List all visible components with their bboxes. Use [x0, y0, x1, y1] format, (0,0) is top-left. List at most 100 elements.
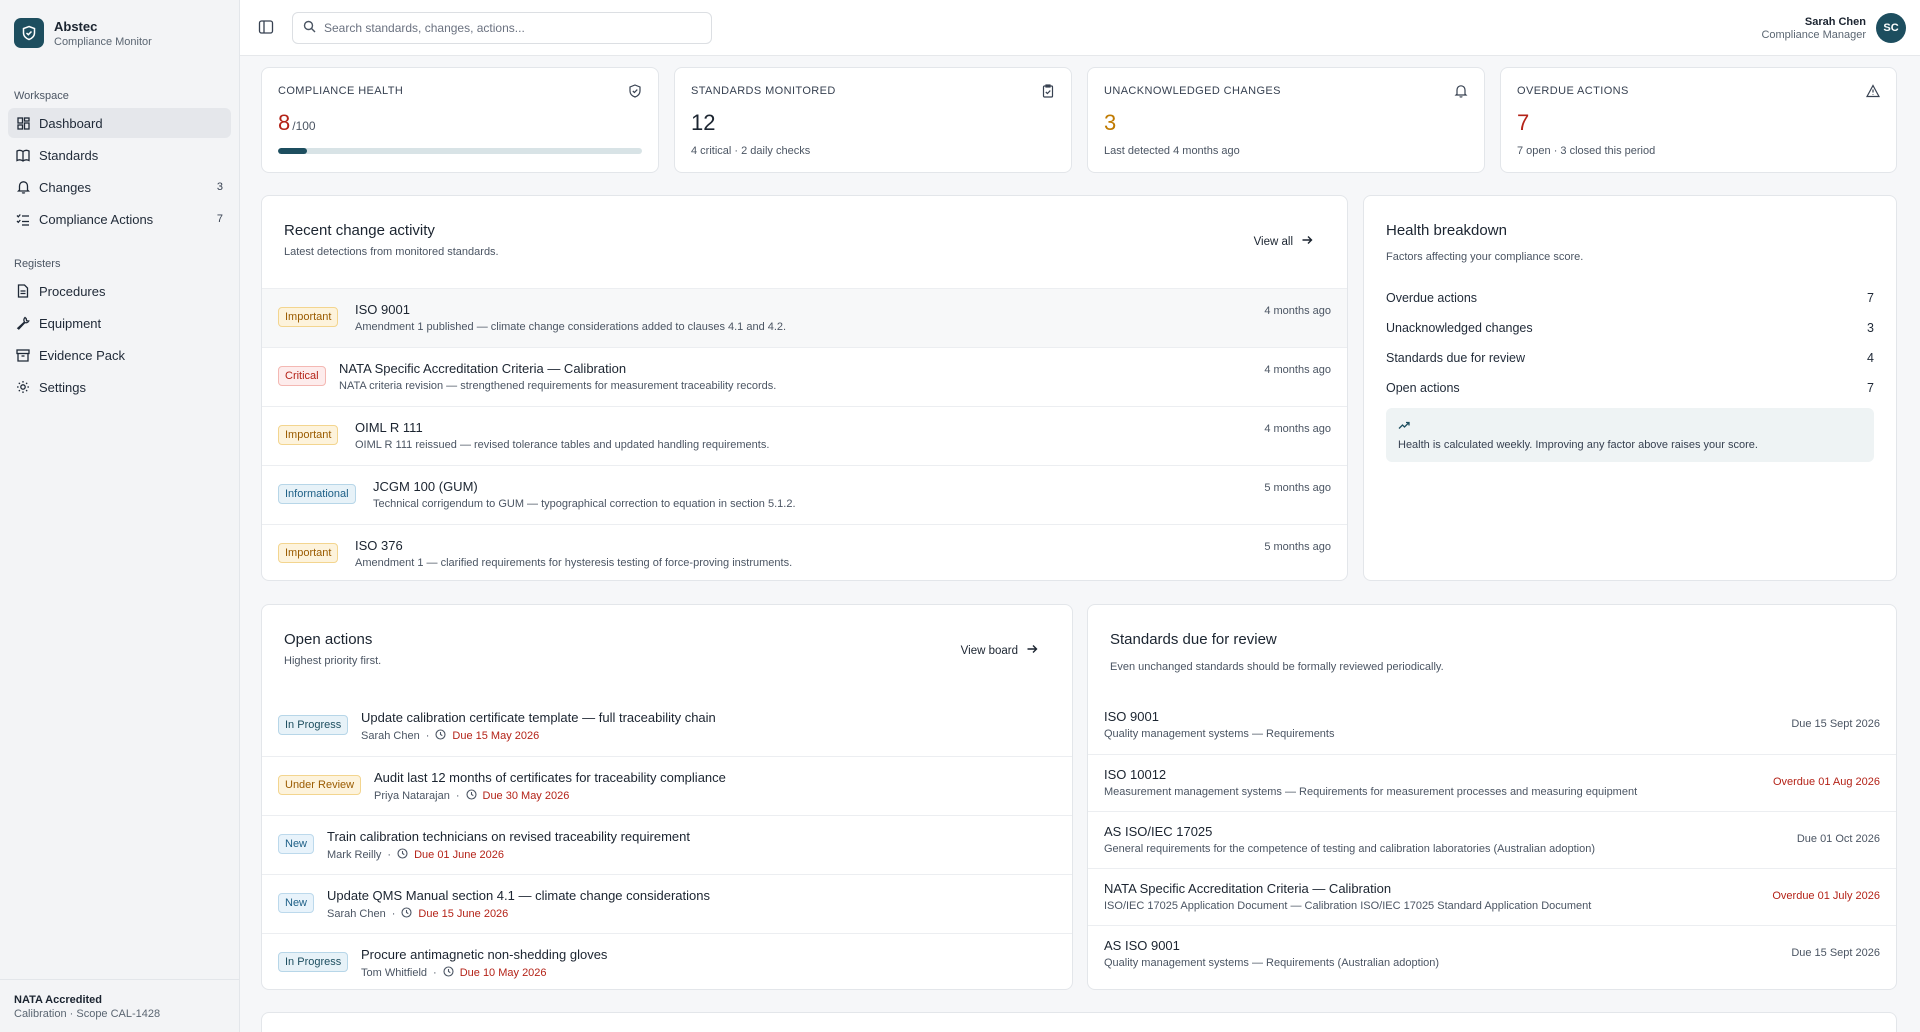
standards-count: 12 — [691, 110, 716, 135]
overdue-sub: 7 open · 3 closed this period — [1517, 145, 1656, 157]
action-owner: Priya Natarajan — [374, 790, 450, 802]
standards-monitored-card: STANDARDS MONITORED 12 4 critical · 2 da… — [674, 67, 1072, 173]
change-description: Amendment 1 published — climate change c… — [355, 321, 787, 333]
brand[interactable]: Abstec Compliance Monitor — [0, 0, 239, 66]
factor-label: Overdue actions — [1386, 291, 1478, 305]
section-subtitle: Factors affecting your compliance score. — [1386, 251, 1584, 263]
health-breakdown-card: Health breakdown Factors affecting your … — [1363, 195, 1897, 581]
status-badge: In Progress — [278, 952, 349, 972]
action-row[interactable]: In Progress Update calibration certifica… — [262, 697, 1072, 756]
health-score: 8/100 — [278, 110, 316, 136]
action-due: Due 10 May 2026 — [459, 967, 547, 979]
sidebar-item-settings[interactable]: Settings — [8, 372, 231, 402]
wrench-icon — [16, 316, 30, 330]
sidebar-item-label: Procedures — [39, 283, 106, 299]
stat-label: UNACKNOWLEDGED CHANGES — [1104, 85, 1281, 97]
sidebar: Abstec Compliance Monitor Workspace Dash… — [0, 0, 240, 1032]
review-row[interactable]: ISO 10012 Measurement management systems… — [1088, 754, 1896, 811]
section-title: Open actions — [284, 631, 373, 648]
review-standard: AS ISO 9001 — [1104, 938, 1180, 953]
user-menu[interactable]: Sarah Chen Compliance Manager SC — [1761, 13, 1906, 43]
sidebar-item-label: Equipment — [39, 315, 102, 331]
change-time: 4 months ago — [1264, 364, 1331, 376]
clock-icon — [443, 966, 454, 980]
review-description: Measurement management systems — Require… — [1104, 786, 1638, 798]
action-row[interactable]: New Update QMS Manual section 4.1 — clim… — [262, 874, 1072, 933]
review-due: Overdue 01 July 2026 — [1772, 890, 1880, 902]
action-row[interactable]: Under Review Audit last 12 months of cer… — [262, 756, 1072, 815]
severity-badge: Important — [278, 425, 339, 445]
clock-icon — [397, 848, 408, 862]
clock-icon — [465, 789, 477, 803]
sidebar-toggle-icon[interactable] — [258, 19, 274, 35]
health-score-unit: /100 — [292, 119, 316, 133]
change-row[interactable]: Critical NATA Specific Accreditation Cri… — [262, 347, 1347, 406]
unack-sub: Last detected 4 months ago — [1104, 145, 1240, 157]
review-row[interactable]: AS ISO/IEC 17025 General requirements fo… — [1088, 811, 1896, 868]
book-icon — [16, 148, 30, 162]
dashboard-icon — [16, 116, 30, 130]
change-standard: ISO 9001 — [355, 302, 410, 317]
bell-icon — [16, 180, 30, 194]
review-standard: ISO 10012 — [1104, 767, 1167, 782]
sidebar-item-compliance-actions[interactable]: Compliance Actions 7 — [8, 204, 231, 234]
changes-count-badge: 3 — [216, 181, 223, 193]
review-due: Due 15 Sept 2026 — [1791, 947, 1880, 959]
action-due: Due 01 June 2026 — [414, 849, 504, 861]
compliance-health-card: COMPLIANCE HEALTH 8/100 — [261, 67, 659, 173]
search-input[interactable] — [324, 21, 701, 35]
standards-sub: 4 critical · 2 daily checks — [691, 145, 811, 157]
action-row[interactable]: In Progress Procure antimagnetic non-she… — [262, 933, 1072, 992]
trend-up-icon — [1398, 418, 1410, 433]
action-title: Train calibration technicians on revised… — [327, 829, 690, 844]
search-box[interactable] — [292, 12, 712, 44]
clock-icon — [401, 907, 412, 921]
sidebar-item-equipment[interactable]: Equipment — [8, 308, 231, 338]
next-section-card — [261, 1012, 1897, 1032]
view-all-button[interactable]: View all — [1254, 234, 1313, 249]
review-row[interactable]: ISO 9001 Quality management systems — Re… — [1088, 697, 1896, 754]
accreditation-footer: NATA Accredited Calibration · Scope CAL-… — [0, 979, 239, 1032]
review-description: ISO/IEC 17025 Application Document — Cal… — [1104, 900, 1592, 912]
health-factor-row: Open actions 7 — [1386, 381, 1874, 395]
change-description: Technical corrigendum to GUM — typograph… — [373, 498, 796, 510]
change-row[interactable]: Important ISO 9001 Amendment 1 published … — [262, 288, 1347, 347]
sidebar-item-dashboard[interactable]: Dashboard — [8, 108, 231, 138]
change-description: OIML R 111 reissued — revised tolerance … — [355, 439, 770, 451]
change-row[interactable]: Informational JCGM 100 (GUM) Technical co… — [262, 465, 1347, 524]
section-subtitle: Latest detections from monitored standar… — [284, 246, 499, 258]
action-owner: Sarah Chen — [327, 908, 386, 920]
change-row[interactable]: Important ISO 376 Amendment 1 — clarified… — [262, 524, 1347, 583]
accreditation-scope: Calibration · Scope CAL-1428 — [14, 1008, 161, 1020]
change-row[interactable]: Important OIML R 111 OIML R 111 reissued … — [262, 406, 1347, 465]
review-description: Quality management systems — Requirement… — [1104, 957, 1440, 969]
sidebar-item-evidence-pack[interactable]: Evidence Pack — [8, 340, 231, 370]
shield-logo-icon — [14, 18, 44, 48]
health-factor-row: Unacknowledged changes 3 — [1386, 321, 1874, 335]
sidebar-item-changes[interactable]: Changes 3 — [8, 172, 231, 202]
unack-count: 3 — [1104, 110, 1117, 135]
review-description: General requirements for the competence … — [1104, 843, 1595, 855]
section-title: Standards due for review — [1110, 631, 1277, 648]
review-standard: AS ISO/IEC 17025 — [1104, 824, 1213, 839]
action-owner: Mark Reilly — [327, 849, 382, 861]
change-standard: NATA Specific Accreditation Criteria — C… — [339, 361, 627, 376]
sidebar-item-procedures[interactable]: Procedures — [8, 276, 231, 306]
factor-value: 7 — [1867, 291, 1874, 305]
checklist-icon — [16, 212, 30, 226]
action-title: Update calibration certificate template … — [361, 710, 716, 725]
stat-label: COMPLIANCE HEALTH — [278, 85, 404, 97]
nav-section-workspace: Workspace — [14, 90, 69, 102]
status-badge: New — [278, 834, 315, 854]
view-board-button[interactable]: View board — [961, 643, 1038, 658]
standards-review-card: Standards due for review Even unchanged … — [1087, 604, 1897, 990]
avatar[interactable]: SC — [1876, 13, 1906, 43]
severity-badge: Important — [278, 307, 339, 327]
unacknowledged-changes-card: UNACKNOWLEDGED CHANGES 3 Last detected 4… — [1087, 67, 1485, 173]
review-description: Quality management systems — Requirement… — [1104, 728, 1335, 740]
action-due: Due 30 May 2026 — [482, 790, 570, 802]
review-row[interactable]: AS ISO 9001 Quality management systems —… — [1088, 925, 1896, 982]
action-row[interactable]: New Train calibration technicians on rev… — [262, 815, 1072, 874]
review-row[interactable]: NATA Specific Accreditation Criteria — C… — [1088, 868, 1896, 925]
sidebar-item-standards[interactable]: Standards — [8, 140, 231, 170]
